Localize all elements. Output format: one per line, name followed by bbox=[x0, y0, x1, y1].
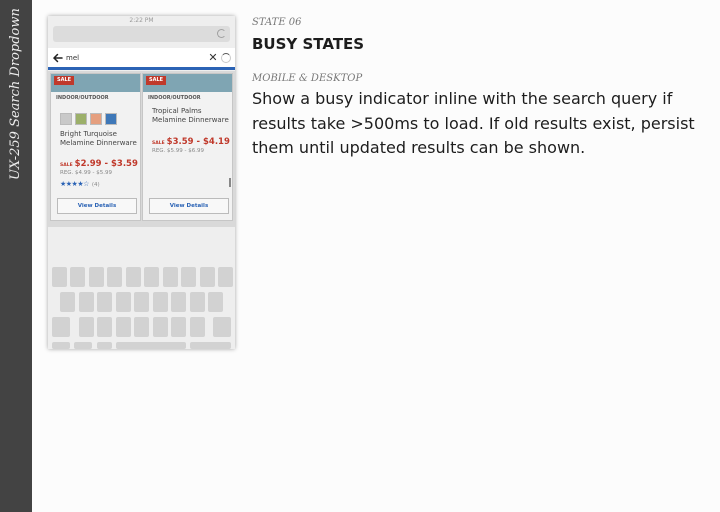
keyboard-key[interactable] bbox=[89, 267, 104, 287]
keyboard-key[interactable] bbox=[79, 292, 94, 312]
busy-spinner-icon bbox=[221, 53, 231, 63]
scrollbar[interactable] bbox=[229, 178, 231, 187]
state-label: STATE 06 bbox=[252, 17, 302, 28]
keyboard-key[interactable] bbox=[163, 267, 178, 287]
space-key[interactable] bbox=[116, 342, 186, 349]
keyboard-key[interactable] bbox=[134, 317, 149, 337]
backspace-key[interactable] bbox=[213, 317, 231, 337]
product-card[interactable]: SALE INDOOR/OUTDOOR Tropical Palms Melam… bbox=[142, 73, 233, 221]
color-swatch[interactable] bbox=[90, 113, 102, 125]
phone-mockup: 2:22 PM mel ✕ SALE INDOOR/OUTDOOR Bright… bbox=[48, 16, 235, 349]
state-title: BUSY STATES bbox=[252, 35, 365, 53]
regular-price: REG. $5.99 - $6.99 bbox=[152, 148, 205, 154]
status-time: 2:22 PM bbox=[129, 17, 154, 24]
numbers-key[interactable] bbox=[52, 342, 70, 349]
price-tag: SALE bbox=[60, 163, 73, 168]
keyboard-key[interactable] bbox=[79, 317, 94, 337]
color-swatch[interactable] bbox=[75, 113, 87, 125]
sidebar-title: UX-259 Search Dropdown bbox=[8, 8, 23, 180]
sale-badge: SALE bbox=[54, 76, 75, 85]
browser-url-bar[interactable] bbox=[53, 26, 230, 42]
keyboard-key[interactable] bbox=[116, 317, 131, 337]
product-category: INDOOR/OUTDOOR bbox=[148, 95, 201, 101]
view-details-button[interactable]: View Details bbox=[149, 198, 229, 214]
globe-key[interactable] bbox=[97, 342, 112, 349]
product-image: SALE bbox=[143, 74, 232, 92]
state-description: Show a busy indicator inline with the se… bbox=[252, 89, 695, 157]
price-tag: SALE bbox=[152, 141, 165, 146]
keyboard-key[interactable] bbox=[97, 292, 112, 312]
keyboard-key[interactable] bbox=[200, 267, 215, 287]
keyboard-key[interactable] bbox=[60, 292, 75, 312]
reload-icon[interactable] bbox=[217, 29, 226, 38]
search-input[interactable]: mel bbox=[66, 48, 79, 68]
keyboard-key[interactable] bbox=[190, 292, 205, 312]
price-value: $2.99 - $3.59 bbox=[74, 159, 138, 169]
keyboard-key[interactable] bbox=[97, 317, 112, 337]
shift-key[interactable] bbox=[52, 317, 70, 337]
back-arrow-icon[interactable] bbox=[52, 52, 64, 64]
platform-label: MOBILE & DESKTOP bbox=[252, 73, 363, 84]
onscreen-keyboard bbox=[48, 243, 235, 349]
keyboard-key[interactable] bbox=[52, 267, 67, 287]
star-icons: ★★★★☆ bbox=[60, 180, 89, 188]
view-details-button[interactable]: View Details bbox=[57, 198, 137, 214]
keyboard-key[interactable] bbox=[190, 317, 205, 337]
clear-icon[interactable]: ✕ bbox=[207, 51, 219, 65]
product-category: INDOOR/OUTDOOR bbox=[56, 95, 109, 101]
color-swatch[interactable] bbox=[60, 113, 72, 125]
keyboard-key[interactable] bbox=[126, 267, 141, 287]
search-results: SALE INDOOR/OUTDOOR Bright Turquoise Mel… bbox=[48, 71, 235, 227]
keyboard-key[interactable] bbox=[208, 292, 223, 312]
product-price: SALE $2.99 - $3.59 bbox=[60, 159, 138, 169]
return-key[interactable] bbox=[190, 342, 231, 349]
keyboard-key[interactable] bbox=[116, 292, 131, 312]
keyboard-key[interactable] bbox=[153, 292, 168, 312]
keyboard-key[interactable] bbox=[70, 267, 85, 287]
product-image: SALE bbox=[51, 74, 140, 92]
keyboard-key[interactable] bbox=[218, 267, 233, 287]
product-card[interactable]: SALE INDOOR/OUTDOOR Bright Turquoise Mel… bbox=[50, 73, 141, 221]
color-swatches bbox=[60, 110, 120, 125]
regular-price: REG. $4.99 - $5.99 bbox=[60, 170, 113, 176]
keyboard-key[interactable] bbox=[181, 267, 196, 287]
rating-count: (4) bbox=[91, 182, 100, 188]
keyboard-key[interactable] bbox=[153, 317, 168, 337]
keyboard-key[interactable] bbox=[171, 317, 186, 337]
keyboard-key[interactable] bbox=[134, 292, 149, 312]
color-swatch[interactable] bbox=[105, 113, 117, 125]
keyboard-key[interactable] bbox=[171, 292, 186, 312]
sale-badge: SALE bbox=[146, 76, 167, 85]
search-bar[interactable]: mel ✕ bbox=[48, 48, 235, 70]
emoji-key[interactable] bbox=[74, 342, 92, 349]
sidebar: UX-259 Search Dropdown bbox=[0, 0, 32, 512]
rating-stars: ★★★★☆ (4) bbox=[60, 180, 100, 188]
product-price: SALE $3.59 - $4.19 bbox=[152, 137, 230, 147]
product-name[interactable]: Bright Turquoise Melamine Dinnerware bbox=[60, 130, 138, 147]
product-name[interactable]: Tropical Palms Melamine Dinnerware bbox=[152, 107, 230, 124]
keyboard-key[interactable] bbox=[107, 267, 122, 287]
keyboard-key[interactable] bbox=[144, 267, 159, 287]
price-value: $3.59 - $4.19 bbox=[166, 137, 230, 147]
